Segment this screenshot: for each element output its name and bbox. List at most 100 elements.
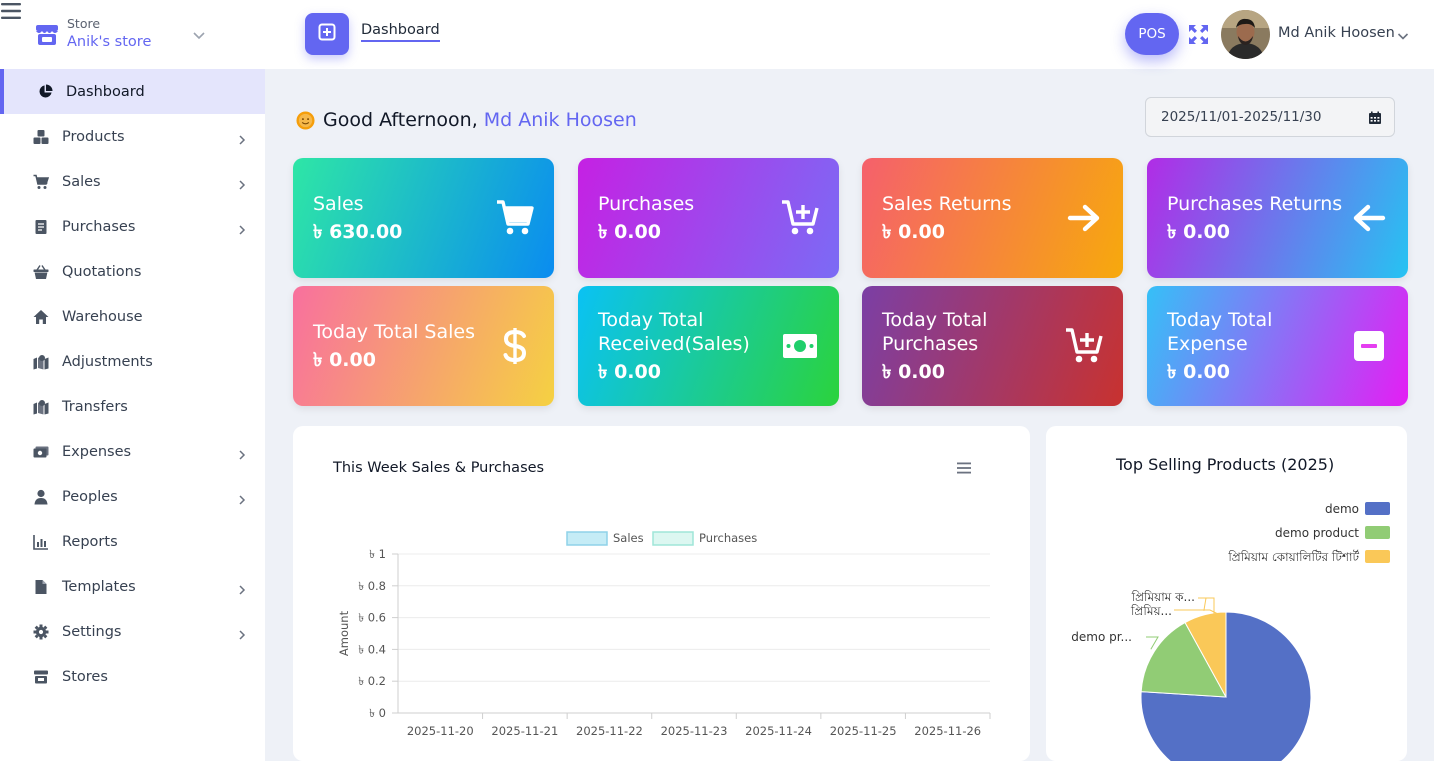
fullscreen-icon[interactable]: [1188, 24, 1209, 45]
card-sales-returns[interactable]: Sales Returns ৳ 0.00: [862, 158, 1123, 278]
sidebar-item-purchases[interactable]: Purchases: [0, 204, 265, 249]
legend-label: demo: [1325, 502, 1359, 516]
user-avatar[interactable]: [1221, 10, 1270, 59]
legend-swatch-purchases: [652, 531, 694, 546]
pie-leader-line: [1198, 597, 1207, 611]
greeting-user-name: Md Anik Hoosen: [483, 109, 637, 131]
card-title: Today Total Expense: [1167, 309, 1273, 355]
file-icon: [33, 579, 49, 595]
y-tick-label: ৳ 0: [369, 706, 386, 720]
store-label: Store: [67, 16, 101, 31]
sidebar-item-templates[interactable]: Templates: [0, 564, 265, 609]
card-title: Purchases: [598, 193, 695, 215]
chart-pie-icon: [37, 84, 53, 100]
sidebar-item-label: Templates: [62, 578, 136, 595]
y-tick-label: ৳ 0.2: [358, 674, 386, 688]
sidebar-item-peoples[interactable]: Peoples: [0, 474, 265, 519]
map-icon: [33, 354, 49, 370]
weekly-chart-panel: This Week Sales & Purchases Sales Purchas…: [293, 426, 1030, 761]
card-title: Purchases Returns: [1167, 193, 1343, 215]
y-tick-label: ৳ 0.4: [358, 642, 386, 656]
cart-icon: [33, 174, 49, 190]
card-title: Sales: [313, 193, 364, 215]
y-axis-label: Amount: [337, 610, 351, 656]
sidebar-item-label: Products: [62, 128, 125, 145]
arrow-left-icon: [1349, 198, 1389, 238]
sidebar-item-label: Purchases: [62, 218, 136, 235]
card-today-total-received[interactable]: Today Total Received(Sales) ৳ 0.00: [578, 286, 839, 406]
user-name[interactable]: Md Anik Hoosen: [1278, 25, 1395, 41]
card-title: Today Total Sales: [313, 321, 475, 343]
sidebar-item-label: Reports: [62, 533, 118, 550]
quick-add-button[interactable]: [305, 13, 349, 55]
x-tick-label: 2025-11-22: [576, 724, 643, 738]
x-tick-label: 2025-11-21: [491, 724, 558, 738]
x-tick-label: 2025-11-25: [830, 724, 897, 738]
sidebar-item-transfers[interactable]: Transfers: [0, 384, 265, 429]
greeting: Good Afternoon, Md Anik Hoosen: [296, 107, 637, 133]
x-tick-label: 2025-11-26: [914, 724, 981, 738]
sidebar-item-label: Stores: [62, 668, 108, 685]
y-tick-label: ৳ 0.8: [358, 579, 386, 593]
card-value: ৳ 0.00: [1167, 221, 1230, 243]
cart-plus-icon: [1064, 326, 1104, 366]
arrow-right-icon: [1064, 198, 1104, 238]
dollar-icon: [495, 326, 535, 366]
sidebar-item-products[interactable]: Products: [0, 114, 265, 159]
store-icon: [33, 669, 49, 685]
chevron-right-icon: [236, 491, 248, 505]
store-icon: [34, 22, 60, 48]
pie-slice-label: প্রিমিয়াম ক...: [1131, 590, 1195, 604]
pie-slice-label: demo pr...: [1071, 630, 1132, 644]
card-sales[interactable]: Sales ৳ 630.00: [293, 158, 554, 278]
card-value: ৳ 0.00: [598, 361, 661, 383]
chevron-right-icon: [236, 446, 248, 460]
sidebar-item-dashboard[interactable]: Dashboard: [0, 69, 265, 114]
chevron-right-icon: [236, 221, 248, 235]
legend-swatch-sales: [566, 531, 608, 546]
card-value: ৳ 0.00: [313, 349, 376, 371]
cart-plus-icon: [780, 198, 820, 238]
card-purchases-returns[interactable]: Purchases Returns ৳ 0.00: [1147, 158, 1408, 278]
breadcrumb-dashboard[interactable]: Dashboard: [361, 22, 440, 42]
sidebar-item-label: Quotations: [62, 263, 142, 280]
card-value: ৳ 0.00: [882, 361, 945, 383]
sidebar-item-expenses[interactable]: Expenses: [0, 429, 265, 474]
date-range-picker[interactable]: 2025/11/01-2025/11/30: [1145, 97, 1395, 137]
card-today-total-sales[interactable]: Today Total Sales ৳ 0.00: [293, 286, 554, 406]
cart-icon: [495, 198, 535, 238]
pos-button[interactable]: POS: [1125, 13, 1179, 55]
boxes-icon: [33, 129, 49, 145]
legend-swatch: [1365, 502, 1390, 515]
card-value: ৳ 630.00: [313, 221, 403, 243]
sidebar-item-reports[interactable]: Reports: [0, 519, 265, 564]
chevron-down-icon[interactable]: [191, 27, 207, 43]
pie-leader-line: [1146, 636, 1159, 650]
sidebar-item-label: Dashboard: [66, 83, 145, 100]
legend-label: প্রিমিয়াম কোয়ালিটির টিশার্ট: [1227, 550, 1359, 564]
sidebar-item-quotations[interactable]: Quotations: [0, 249, 265, 294]
store-switcher[interactable]: Store Anik's store: [0, 0, 265, 69]
sidebar-item-warehouse[interactable]: Warehouse: [0, 294, 265, 339]
weekly-sales-purchases-chart: Sales Purchases ৳ 0 ৳ 0.2 ৳ 0.4 ৳ 0.6 ৳ 0.8 ৳ 1…: [337, 531, 991, 738]
card-today-total-purchases[interactable]: Today Total Purchases ৳ 0.00: [862, 286, 1123, 406]
sidebar-item-stores[interactable]: Stores: [0, 654, 265, 699]
sidebar-item-settings[interactable]: Settings: [0, 609, 265, 654]
sidebar-item-label: Expenses: [62, 443, 132, 460]
money-bill-icon: [780, 326, 820, 366]
card-value: ৳ 0.00: [598, 221, 661, 243]
card-today-total-expense[interactable]: Today Total Expense ৳ 0.00: [1147, 286, 1408, 406]
chevron-down-icon[interactable]: [1396, 28, 1410, 42]
top-products-panel: Top Selling Products (2025) demo demo pro…: [1046, 426, 1407, 761]
card-title: Today Total Purchases: [882, 309, 988, 355]
money-icon: [33, 444, 49, 460]
chevron-right-icon: [236, 626, 248, 640]
sidebar: Dashboard Products Sales Purchases Quota…: [0, 69, 265, 761]
card-title: Sales Returns: [882, 193, 1012, 215]
x-tick-label: 2025-11-20: [407, 724, 474, 738]
sidebar-item-sales[interactable]: Sales: [0, 159, 265, 204]
sidebar-item-adjustments[interactable]: Adjustments: [0, 339, 265, 384]
date-range-value: 2025/11/01-2025/11/30: [1161, 109, 1322, 125]
card-purchases[interactable]: Purchases ৳ 0.00: [578, 158, 839, 278]
sidebar-item-label: Settings: [62, 623, 122, 640]
